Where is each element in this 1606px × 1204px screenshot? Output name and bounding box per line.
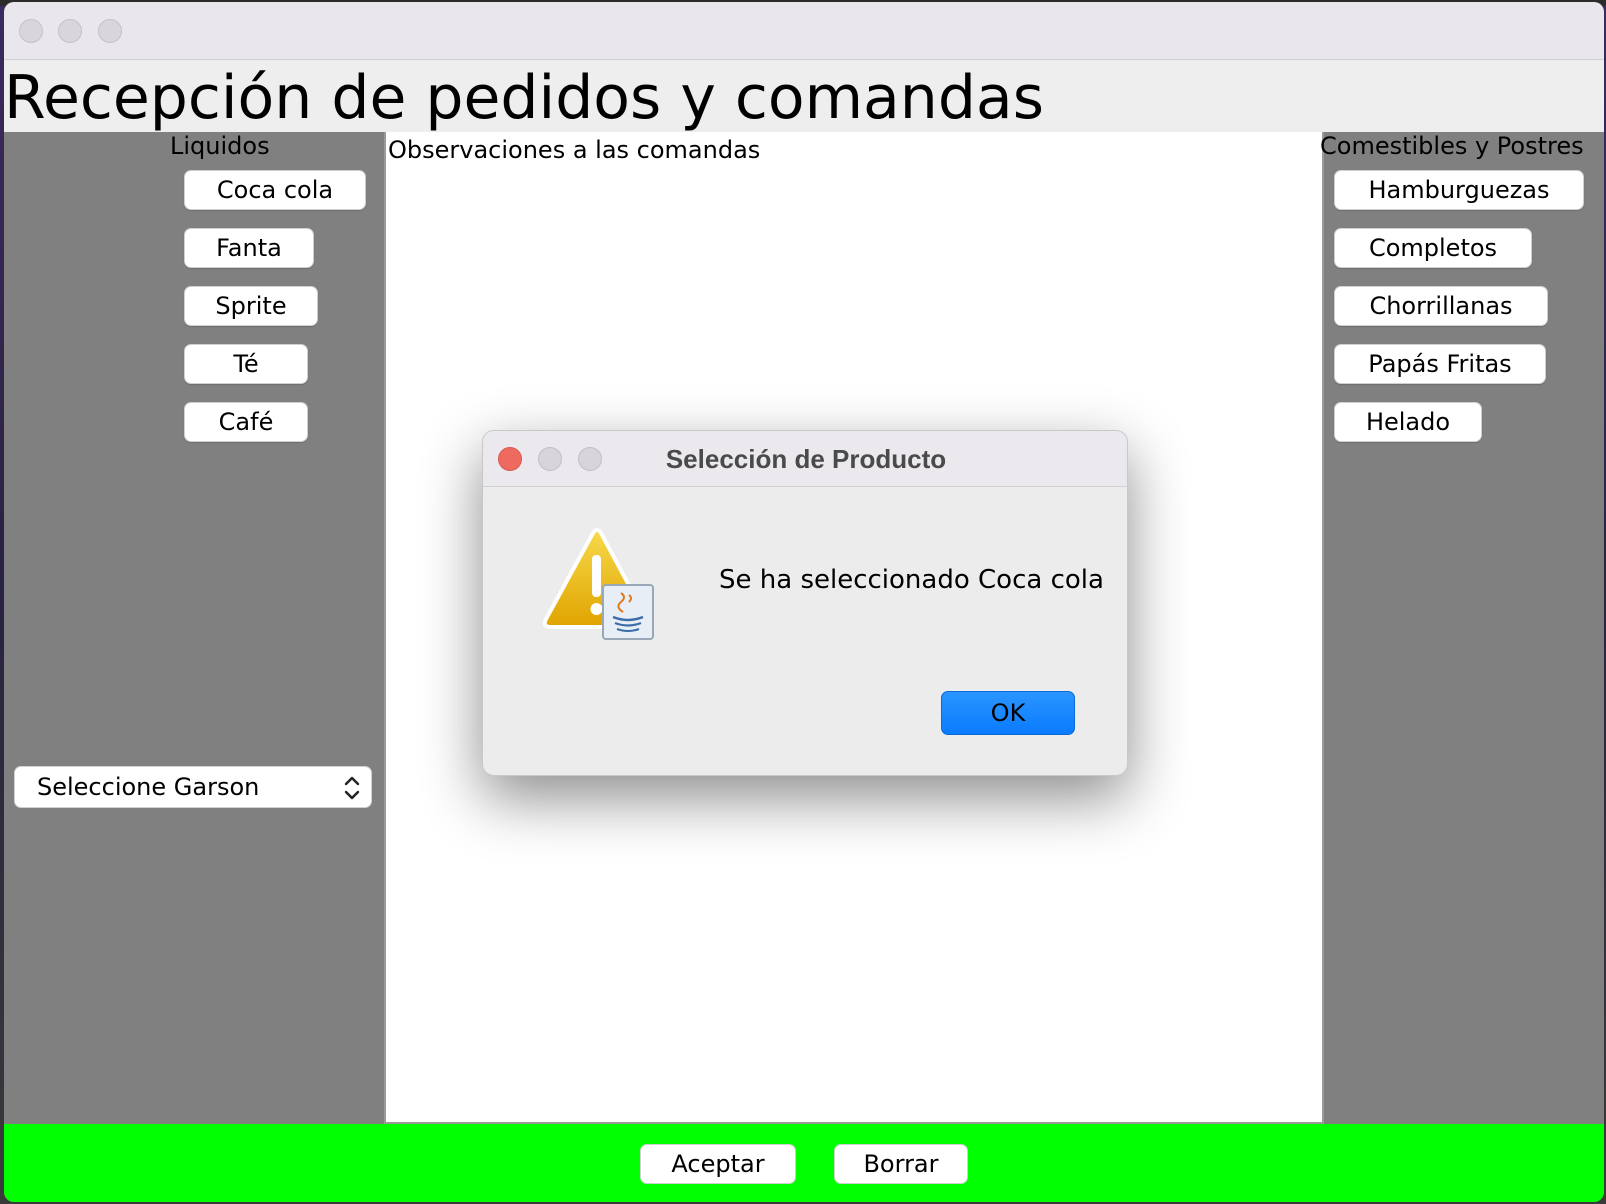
waiter-select-value: Seleccione Garson [37, 773, 260, 801]
sprite-button[interactable]: Sprite [184, 286, 318, 326]
dialog-message: Se ha seleccionado Coca cola [719, 565, 1104, 595]
dialog-title: Selección de Producto [665, 444, 947, 474]
waiter-select[interactable]: Seleccione Garson [14, 766, 372, 808]
cafe-button[interactable]: Café [184, 402, 308, 442]
food-desserts-title: Comestibles y Postres [1320, 132, 1584, 160]
chevron-updown-icon [344, 776, 360, 800]
observations-label: Observaciones a las comandas [388, 136, 761, 164]
hamburguesas-button[interactable]: Hamburguezas [1334, 170, 1584, 210]
left-panel: Liquidos Coca cola Fanta Sprite Té Café … [4, 132, 384, 1126]
product-selection-dialog: Selección de Producto Se ha seleccionado… [482, 430, 1128, 776]
window-maximize-button[interactable] [98, 19, 122, 43]
header: Recepción de pedidos y comandas [4, 60, 1604, 133]
page-title: Recepción de pedidos y comandas [4, 63, 1044, 133]
liquids-title: Liquidos [170, 132, 270, 160]
window-titlebar [4, 2, 1604, 60]
bottom-bar: Aceptar Borrar [4, 1124, 1604, 1202]
window-close-button[interactable] [19, 19, 43, 43]
right-panel: Comestibles y Postres Hamburguezas Compl… [1320, 132, 1604, 1126]
ok-button[interactable]: OK [941, 691, 1075, 735]
helado-button[interactable]: Helado [1334, 402, 1482, 442]
window-minimize-button[interactable] [58, 19, 82, 43]
papas-fritas-button[interactable]: Papás Fritas [1334, 344, 1546, 384]
accept-button[interactable]: Aceptar [640, 1144, 796, 1184]
warning-icon [542, 528, 654, 640]
te-button[interactable]: Té [184, 344, 308, 384]
completos-button[interactable]: Completos [1334, 228, 1532, 268]
clear-button[interactable]: Borrar [834, 1144, 968, 1184]
fanta-button[interactable]: Fanta [184, 228, 314, 268]
coca-cola-button[interactable]: Coca cola [184, 170, 366, 210]
chorrillanas-button[interactable]: Chorrillanas [1334, 286, 1548, 326]
